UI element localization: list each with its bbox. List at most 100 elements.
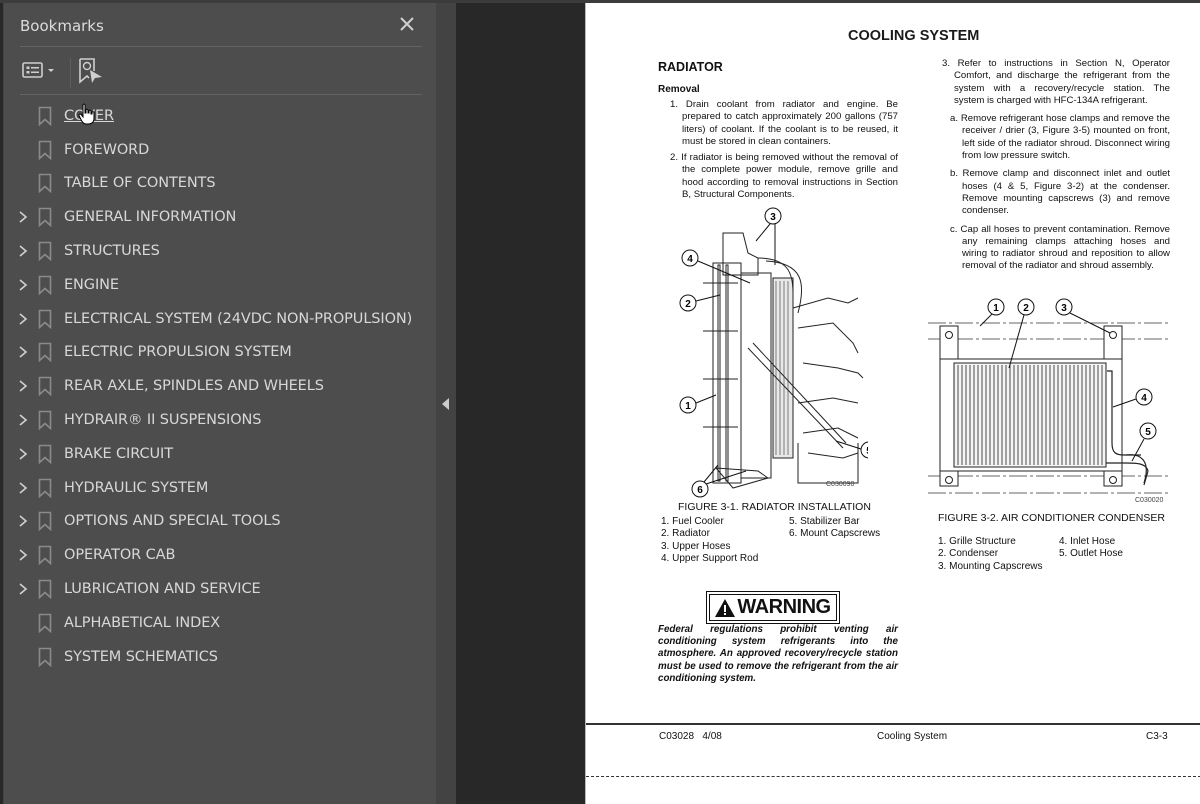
bookmark-label: TABLE OF CONTENTS: [64, 175, 216, 192]
bookmark-icon: [38, 241, 52, 262]
bookmark-item[interactable]: FOREWORD: [4, 133, 437, 167]
collapse-panel-button[interactable]: [441, 397, 451, 410]
substep-b: b. Remove clamp and disconnect inlet and…: [950, 168, 1170, 217]
bookmark-item[interactable]: ELECTRIC PROPULSION SYSTEM: [4, 336, 437, 370]
bookmark-label: FOREWORD: [64, 141, 150, 158]
legend-item: 5. Outlet Hose: [1059, 548, 1123, 560]
chevron-right-icon[interactable]: [18, 379, 28, 393]
figure-1-legend-col2: 5. Stabilizer Bar 6. Mount Capscrews: [789, 516, 880, 541]
bookmark-item[interactable]: STRUCTURES: [4, 234, 437, 268]
bookmark-icon: [38, 545, 52, 566]
fig2-callout-1: [979, 298, 1005, 327]
bookmark-icon: [38, 174, 52, 194]
footer-doc-code: C03028 4/08: [659, 731, 722, 742]
figure-2-legend-col1: 1. Grille Structure 2. Condenser 3. Moun…: [938, 536, 1043, 573]
step-3: 3. Refer to instructions in Section N, O…: [942, 58, 1170, 106]
bookmark-item[interactable]: TABLE OF CONTENTS: [4, 167, 437, 201]
step-1: 1. Drain coolant from radiator and engin…: [670, 99, 898, 147]
legend-item: 4. Upper Support Rod: [661, 552, 759, 564]
bookmarks-panel: Bookmarks COVER FOREWORD TABLE OF CONTENTS…: [3, 3, 436, 804]
footer-page-number: C3-3: [1146, 731, 1168, 742]
chevron-right-icon[interactable]: [18, 548, 28, 562]
bookmark-item[interactable]: ELECTRICAL SYSTEM (24VDC NON-PROPULSION): [4, 302, 437, 336]
callout-3-label: 3: [770, 212, 776, 223]
bookmark-icon: [38, 106, 52, 126]
bookmark-item[interactable]: REAR AXLE, SPINDLES AND WHEELS: [4, 369, 437, 403]
right-column: 3. Refer to instructions in Section N, O…: [938, 58, 1170, 277]
bookmark-icon: [38, 140, 52, 160]
callout-5-label: 5: [866, 446, 868, 457]
bookmark-label: LUBRICATION AND SERVICE: [64, 581, 261, 598]
bookmark-label: HYDRAIR® II SUSPENSIONS: [64, 412, 262, 429]
bookmark-item[interactable]: SYSTEM SCHEMATICS: [4, 640, 437, 674]
hand-cursor-icon: [78, 103, 95, 125]
bookmark-item[interactable]: HYDRAULIC SYSTEM: [4, 471, 437, 505]
bookmark-icon: [38, 343, 52, 363]
chevron-right-icon[interactable]: [18, 447, 28, 461]
panel-collapse-strip: [436, 3, 456, 804]
bookmark-item[interactable]: GENERAL INFORMATION: [4, 200, 437, 234]
warning-triangle-icon: [715, 598, 736, 617]
bookmark-label: ALPHABETICAL INDEX: [64, 614, 221, 631]
bookmark-icon: [38, 579, 52, 600]
chevron-right-icon[interactable]: [18, 312, 28, 326]
bookmark-icon: [38, 647, 52, 667]
close-panel-button[interactable]: [396, 13, 418, 35]
chevron-right-icon[interactable]: [18, 345, 28, 359]
bookmark-label: GENERAL INFORMATION: [64, 209, 237, 226]
callout-2-label: 2: [685, 299, 691, 310]
chevron-right-icon[interactable]: [18, 481, 28, 495]
callout-4-label: 4: [687, 254, 693, 265]
bookmark-label: ELECTRICAL SYSTEM (24VDC NON-PROPULSION): [64, 310, 413, 327]
bookmark-icon: [38, 376, 52, 397]
triangle-left-icon: [442, 398, 449, 410]
radiator-installation-figure: 3 4 2 1 5 6: [679, 207, 868, 498]
bookmark-label: ENGINE: [64, 276, 119, 293]
figure-2-caption: FIGURE 3-2. AIR CONDITIONER CONDENSER: [938, 512, 1165, 524]
bookmark-icon: [38, 512, 52, 532]
bookmark-item[interactable]: OPTIONS AND SPECIAL TOOLS: [4, 505, 437, 539]
section-heading: RADIATOR: [658, 60, 723, 74]
fig2-callout-5: [1131, 422, 1157, 462]
substep-a: a. Remove refrigerant hose clamps and re…: [950, 113, 1170, 162]
bookmark-label: ELECTRIC PROPULSION SYSTEM: [64, 344, 292, 361]
toolbar-separator: [70, 58, 71, 88]
legend-item: 5. Stabilizer Bar: [789, 516, 860, 527]
bookmark-item[interactable]: HYDRAIR® II SUSPENSIONS: [4, 403, 437, 437]
bookmark-options-button[interactable]: [21, 58, 61, 84]
bookmark-label: STRUCTURES: [64, 243, 160, 260]
bookmark-item[interactable]: COVER: [4, 99, 437, 133]
bookmark-label: REAR AXLE, SPINDLES AND WHEELS: [64, 378, 324, 395]
bookmark-icon: [38, 478, 52, 498]
bookmark-item[interactable]: OPERATOR CAB: [4, 538, 437, 572]
chevron-right-icon[interactable]: [18, 210, 28, 224]
chevron-right-icon[interactable]: [18, 278, 28, 292]
bookmark-label: OPERATOR CAB: [64, 547, 176, 564]
ac-condenser-figure: 1 2 3 4 5: [928, 298, 1168, 494]
bookmark-icon: [38, 444, 52, 464]
bookmark-label: SYSTEM SCHEMATICS: [64, 648, 218, 665]
bookmark-label: OPTIONS AND SPECIAL TOOLS: [64, 513, 281, 530]
chevron-right-icon[interactable]: [18, 244, 28, 258]
callout-3: [755, 207, 782, 265]
left-column: RADIATOR Removal 1. Drain coolant from r…: [658, 58, 898, 205]
bookmark-list: COVER FOREWORD TABLE OF CONTENTS GENERAL IN…: [4, 99, 437, 674]
callout-1-label: 1: [685, 401, 691, 412]
bookmark-item[interactable]: BRAKE CIRCUIT: [4, 437, 437, 471]
figure-1-legend-col1: 1. Fuel Cooler 2. Radiator 3. Upper Hose…: [661, 516, 758, 565]
figure-2-code: C030020: [1135, 497, 1164, 504]
bookmark-label: BRAKE CIRCUIT: [64, 445, 173, 462]
legend-item: 6. Mount Capscrews: [789, 528, 881, 540]
chevron-right-icon[interactable]: [18, 514, 28, 528]
divider: [20, 94, 422, 95]
legend-item: 3. Upper Hoses: [661, 540, 731, 552]
find-current-bookmark-button[interactable]: [78, 58, 104, 84]
bookmark-item[interactable]: ENGINE: [4, 268, 437, 302]
chevron-right-icon[interactable]: [18, 582, 28, 596]
bookmark-item[interactable]: ALPHABETICAL INDEX: [4, 606, 437, 640]
document-page: COOLING SYSTEM RADIATOR Removal 1. Drain…: [585, 3, 1200, 804]
subheading: Removal: [658, 84, 700, 95]
bookmark-item[interactable]: LUBRICATION AND SERVICE: [4, 572, 437, 606]
divider: [20, 46, 422, 47]
chevron-right-icon[interactable]: [18, 413, 28, 427]
